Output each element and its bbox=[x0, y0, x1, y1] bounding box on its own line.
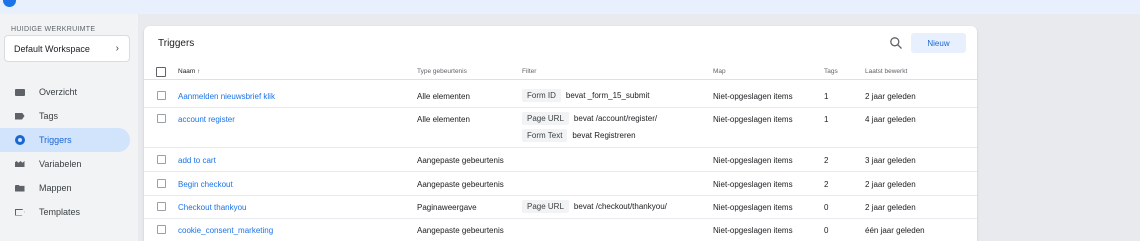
folder-name: Niet-opgeslagen items bbox=[713, 180, 793, 189]
trigger-name-link[interactable]: cookie_consent_marketing bbox=[178, 226, 273, 235]
sidebar-item-templates[interactable]: Templates bbox=[0, 200, 138, 224]
filter-variable-chip: Page URL bbox=[522, 200, 569, 213]
table-row[interactable]: Begin checkout Aangepaste gebeurtenis Ni… bbox=[144, 172, 977, 196]
filter-condition: Form ID bevat _form_15_submit bbox=[522, 89, 650, 102]
workspace-label: HUIDIGE WERKRUIMTE bbox=[11, 26, 96, 33]
trigger-name-link[interactable]: add to cart bbox=[178, 156, 216, 165]
filter-condition: Page URL bevat /checkout/thankyou/ bbox=[522, 200, 667, 213]
last-edited: 2 jaar geleden bbox=[865, 180, 916, 189]
trigger-icon bbox=[14, 135, 25, 145]
event-type: Aangepaste gebeurtenis bbox=[417, 156, 504, 165]
column-header-filter[interactable]: Filter bbox=[522, 68, 536, 75]
last-edited: één jaar geleden bbox=[865, 226, 925, 235]
event-type: Aangepaste gebeurtenis bbox=[417, 180, 504, 189]
folder-icon bbox=[14, 184, 25, 192]
filter-operator: bevat Registreren bbox=[572, 131, 636, 140]
last-edited: 4 jaar geleden bbox=[865, 115, 916, 124]
sidebar-item-variabelen[interactable]: Variabelen bbox=[0, 152, 138, 176]
last-edited: 2 jaar geleden bbox=[865, 92, 916, 101]
sidebar-item-label: Tags bbox=[39, 111, 59, 121]
select-all-checkbox[interactable] bbox=[156, 67, 166, 77]
sidebar-item-overzicht[interactable]: Overzicht bbox=[0, 80, 138, 104]
row-checkbox[interactable] bbox=[157, 202, 166, 211]
tag-count: 2 bbox=[824, 156, 829, 165]
filter-operator: bevat _form_15_submit bbox=[565, 91, 650, 100]
column-header-edited[interactable]: Laatst bewerkt bbox=[865, 68, 907, 75]
sidebar-item-tags[interactable]: Tags bbox=[0, 104, 138, 128]
top-bar bbox=[0, 0, 1140, 14]
table-row[interactable]: add to cart Aangepaste gebeurtenis Niet-… bbox=[144, 148, 977, 172]
folder-name: Niet-opgeslagen items bbox=[713, 226, 793, 235]
filter-variable-chip: Page URL bbox=[522, 112, 569, 125]
template-icon bbox=[14, 208, 25, 216]
sidebar-item-mappen[interactable]: Mappen bbox=[0, 176, 138, 200]
folder-name: Niet-opgeslagen items bbox=[713, 92, 793, 101]
event-type: Paginaweergave bbox=[417, 203, 477, 212]
tag-icon bbox=[14, 112, 25, 120]
row-checkbox[interactable] bbox=[157, 179, 166, 188]
table-row[interactable]: cookie_consent_marketing Aangepaste gebe… bbox=[144, 219, 977, 241]
last-edited: 3 jaar geleden bbox=[865, 156, 916, 165]
table-row[interactable]: account register Alle elementen Page URL… bbox=[144, 108, 977, 148]
sidebar-item-triggers[interactable]: Triggers bbox=[0, 128, 130, 152]
tag-count: 1 bbox=[824, 92, 829, 101]
briefcase-icon bbox=[14, 88, 25, 96]
sidebar: HUIDIGE WERKRUIMTE Default Workspace › O… bbox=[0, 14, 138, 241]
column-header-name[interactable]: Naam ↑ bbox=[178, 68, 200, 75]
event-type: Alle elementen bbox=[417, 92, 470, 101]
tag-count: 1 bbox=[824, 115, 829, 124]
event-type: Aangepaste gebeurtenis bbox=[417, 226, 504, 235]
trigger-name-link[interactable]: account register bbox=[178, 115, 235, 124]
search-icon[interactable] bbox=[889, 36, 903, 50]
trigger-name-link[interactable]: Begin checkout bbox=[178, 180, 233, 189]
filter-operator: bevat /account/register/ bbox=[573, 114, 658, 123]
trigger-name-link[interactable]: Aanmelden nieuwsbrief klik bbox=[178, 92, 275, 101]
table-header: Naam ↑ Type gebeurtenis Filter Map Tags … bbox=[144, 64, 977, 80]
page-title: Triggers bbox=[158, 38, 195, 49]
sidebar-item-label: Variabelen bbox=[39, 159, 82, 169]
row-checkbox[interactable] bbox=[157, 155, 166, 164]
column-header-folder[interactable]: Map bbox=[713, 68, 726, 75]
table-row[interactable]: Aanmelden nieuwsbrief klik Alle elemente… bbox=[144, 85, 977, 108]
filter-variable-chip: Form Text bbox=[522, 129, 568, 142]
folder-name: Niet-opgeslagen items bbox=[713, 203, 793, 212]
sidebar-item-label: Mappen bbox=[39, 183, 72, 193]
new-trigger-button[interactable]: Nieuw bbox=[911, 33, 966, 53]
event-type: Alle elementen bbox=[417, 115, 470, 124]
row-checkbox[interactable] bbox=[157, 91, 166, 100]
folder-name: Niet-opgeslagen items bbox=[713, 115, 793, 124]
sidebar-item-label: Templates bbox=[39, 207, 81, 217]
row-checkbox[interactable] bbox=[157, 225, 166, 234]
sidebar-item-label: Triggers bbox=[39, 135, 72, 145]
column-header-tags[interactable]: Tags bbox=[824, 68, 838, 75]
tag-count: 0 bbox=[824, 203, 829, 212]
chevron-right-icon: › bbox=[115, 43, 119, 54]
workspace-name: Default Workspace bbox=[14, 43, 90, 54]
filter-condition: Page URL bevat /account/register/ bbox=[522, 112, 657, 125]
row-checkbox[interactable] bbox=[157, 114, 166, 123]
filter-variable-chip: Form ID bbox=[522, 89, 561, 102]
app-logo[interactable] bbox=[3, 0, 16, 7]
column-header-type[interactable]: Type gebeurtenis bbox=[417, 68, 467, 75]
last-edited: 2 jaar geleden bbox=[865, 203, 916, 212]
tag-count: 0 bbox=[824, 226, 829, 235]
trigger-name-link[interactable]: Checkout thankyou bbox=[178, 203, 247, 212]
filter-operator: bevat /checkout/thankyou/ bbox=[573, 202, 667, 211]
table-row[interactable]: Checkout thankyou Paginaweergave Page UR… bbox=[144, 196, 977, 219]
workspace-selector[interactable]: Default Workspace › bbox=[4, 35, 130, 62]
sidebar-nav: Overzicht Tags Triggers Variabelen Mappe… bbox=[0, 80, 138, 224]
sidebar-item-label: Overzicht bbox=[39, 87, 78, 97]
triggers-card: Triggers Nieuw Naam ↑ Type gebeurtenis F… bbox=[144, 26, 977, 241]
folder-name: Niet-opgeslagen items bbox=[713, 156, 793, 165]
variables-icon bbox=[14, 160, 25, 168]
filter-condition: Form Text bevat Registreren bbox=[522, 129, 636, 142]
tag-count: 2 bbox=[824, 180, 829, 189]
